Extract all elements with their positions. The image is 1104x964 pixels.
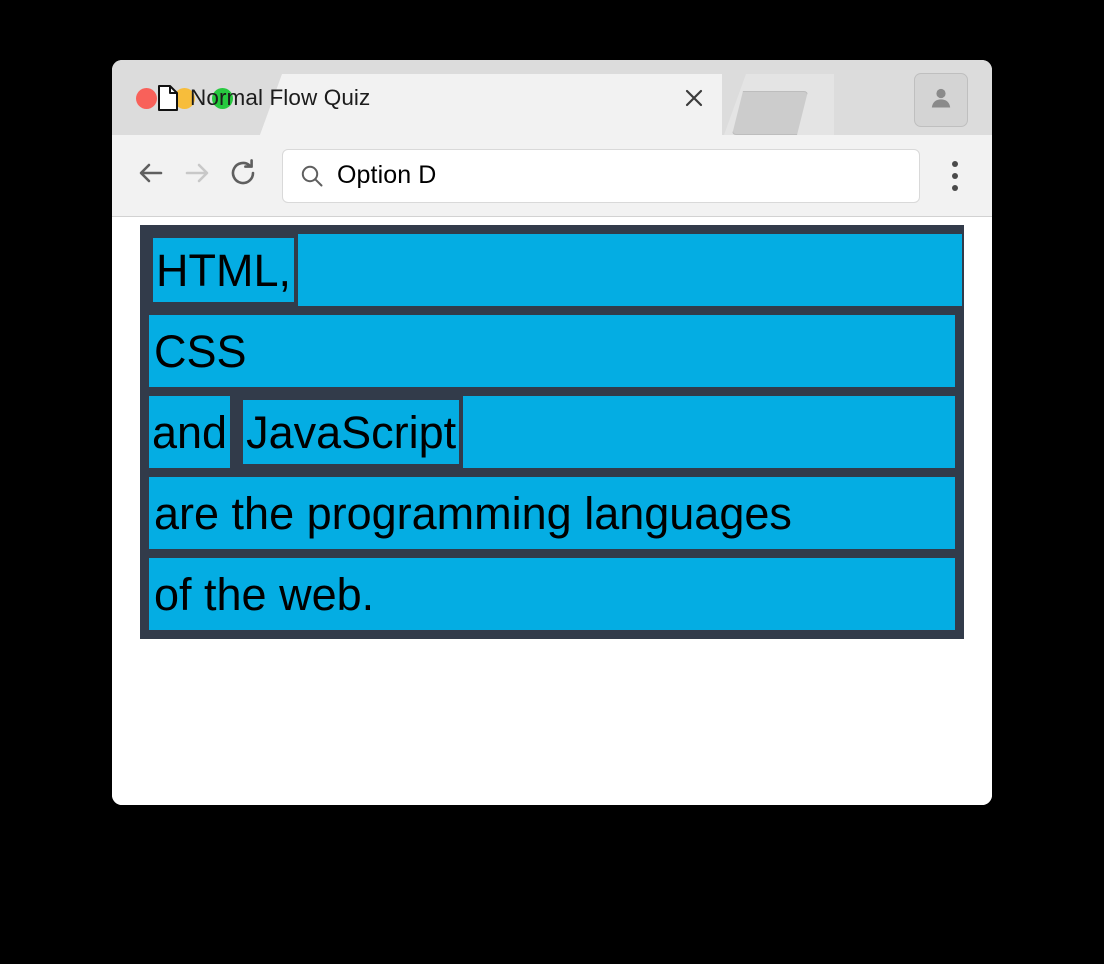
desktop-background: Normal Flow Quiz Option D HTML, CSS and … xyxy=(0,0,1104,964)
line-box-remainder xyxy=(463,396,955,468)
line-box-remainder xyxy=(298,234,962,306)
address-bar[interactable]: Option D xyxy=(282,148,920,203)
more-vertical-icon xyxy=(952,158,958,194)
inline-text-4-1: are the programming languages xyxy=(149,477,955,549)
search-icon xyxy=(299,163,325,189)
arrow-left-icon xyxy=(134,156,168,195)
text-line-2: CSS xyxy=(149,315,955,387)
browser-window: Normal Flow Quiz Option D HTML, CSS and … xyxy=(112,60,992,805)
browser-menu-button[interactable] xyxy=(932,149,978,203)
reload-icon xyxy=(227,157,259,194)
forward-button[interactable] xyxy=(174,153,220,199)
normal-flow-demo-block: HTML, CSS and JavaScript are the programming… xyxy=(140,225,964,639)
text-line-4: are the programming languages xyxy=(149,477,955,549)
text-line-1: HTML, xyxy=(149,234,962,306)
page-viewport: HTML, CSS and JavaScript are the programming… xyxy=(112,217,992,805)
inline-text-3-3: JavaScript xyxy=(239,396,464,468)
page-document-icon xyxy=(158,84,178,111)
arrow-right-icon xyxy=(180,156,214,195)
reload-button[interactable] xyxy=(220,153,266,199)
inline-text-2-1: CSS xyxy=(149,315,955,387)
back-button[interactable] xyxy=(128,153,174,199)
tab-title: Normal Flow Quiz xyxy=(190,84,371,110)
inline-text-1-1: HTML, xyxy=(149,234,298,306)
close-icon[interactable] xyxy=(682,86,706,110)
text-line-5: of the web. xyxy=(149,558,955,630)
account-person-icon xyxy=(927,84,955,117)
profile-avatar-button[interactable] xyxy=(914,73,968,127)
inline-gap xyxy=(230,396,240,468)
inline-text-3-1: and xyxy=(149,396,231,468)
inline-text-5-1: of the web. xyxy=(149,558,955,630)
address-bar-value[interactable]: Option D xyxy=(337,161,436,190)
window-close-button[interactable] xyxy=(136,88,157,109)
text-line-3: and JavaScript xyxy=(149,396,955,468)
browser-toolbar: Option D xyxy=(112,135,992,217)
tab-strip: Normal Flow Quiz xyxy=(112,60,992,135)
tab-inactive[interactable] xyxy=(732,91,808,135)
